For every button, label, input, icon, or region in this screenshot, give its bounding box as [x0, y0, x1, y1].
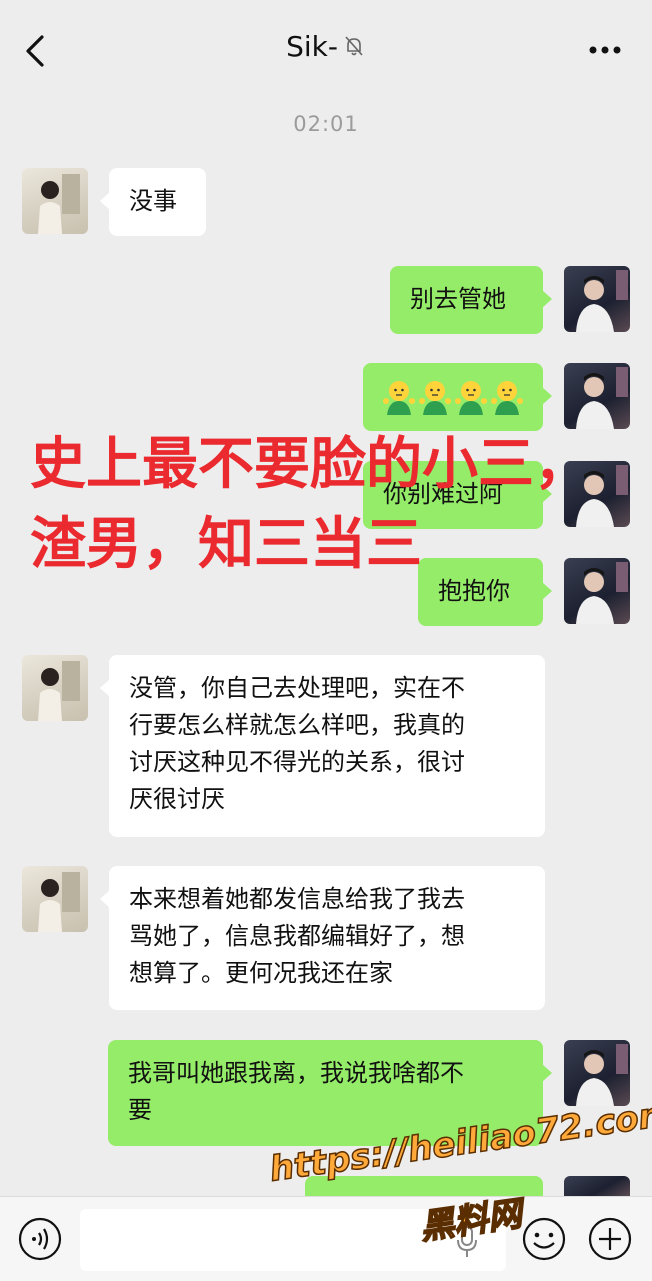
message-bubble-outgoing[interactable]: 抱抱你 — [418, 558, 552, 626]
message-bubble-incoming[interactable]: 本来想着她都发信息给我了我去 骂她了，信息我都编辑好了，想 想算了。更何况我还在… — [100, 866, 545, 1010]
message-text-line: 厌很讨厌 — [129, 785, 225, 813]
message-text-line: 想算了。更何况我还在家 — [129, 959, 393, 987]
contact-avatar[interactable] — [22, 655, 88, 721]
message-bubble-outgoing[interactable]: 别去管她 — [390, 266, 552, 334]
message-text: 别去管她 — [410, 285, 506, 313]
mute-bell-icon — [342, 32, 366, 65]
contact-name: Sik- — [286, 30, 338, 63]
message-bubble-outgoing[interactable] — [363, 363, 552, 431]
my-avatar[interactable] — [564, 266, 630, 332]
message-text-line: 行要怎么样就怎么样吧，我真的 — [129, 711, 465, 739]
chat-title: Sik- — [0, 30, 652, 65]
contact-avatar[interactable] — [22, 168, 88, 234]
voice-input-icon[interactable] — [18, 1217, 62, 1265]
chat-header: Sik- — [0, 0, 652, 100]
message-bubble-incoming[interactable]: 没管，你自己去处理吧，实在不 行要怎么样就怎么样吧，我真的 讨厌这种见不得光的关… — [100, 655, 545, 837]
contact-avatar[interactable] — [22, 866, 88, 932]
shrug-emoji-icon — [383, 381, 523, 423]
message-bubble-incoming[interactable]: 没事 — [100, 168, 206, 236]
add-plus-icon[interactable] — [588, 1217, 632, 1265]
message-text-line: 没管，你自己去处理吧，实在不 — [129, 674, 465, 702]
my-avatar[interactable] — [564, 558, 630, 624]
message-text: 没事 — [129, 187, 177, 215]
message-text: 抱抱你 — [438, 577, 510, 605]
overlay-caption-line1: 史上最不要脸的小三， — [30, 432, 590, 497]
more-options-icon[interactable] — [588, 42, 622, 58]
emoji-icon[interactable] — [522, 1217, 566, 1265]
chat-input-bar — [0, 1196, 652, 1281]
my-avatar[interactable] — [564, 363, 630, 429]
my-avatar[interactable] — [564, 1176, 630, 1196]
message-text-line: 本来想着她都发信息给我了我去 — [129, 885, 465, 913]
message-text-line: 骂她了，信息我都编辑好了，想 — [129, 922, 465, 950]
message-text-line: 讨厌这种见不得光的关系，很讨 — [129, 748, 465, 776]
my-avatar[interactable] — [564, 1040, 630, 1106]
message-text-line: 我哥叫她跟我离，我说我啥都不 — [128, 1059, 464, 1087]
overlay-caption-line2: 渣男，知三当三 — [30, 512, 422, 577]
message-timestamp: 02:01 — [293, 112, 359, 136]
